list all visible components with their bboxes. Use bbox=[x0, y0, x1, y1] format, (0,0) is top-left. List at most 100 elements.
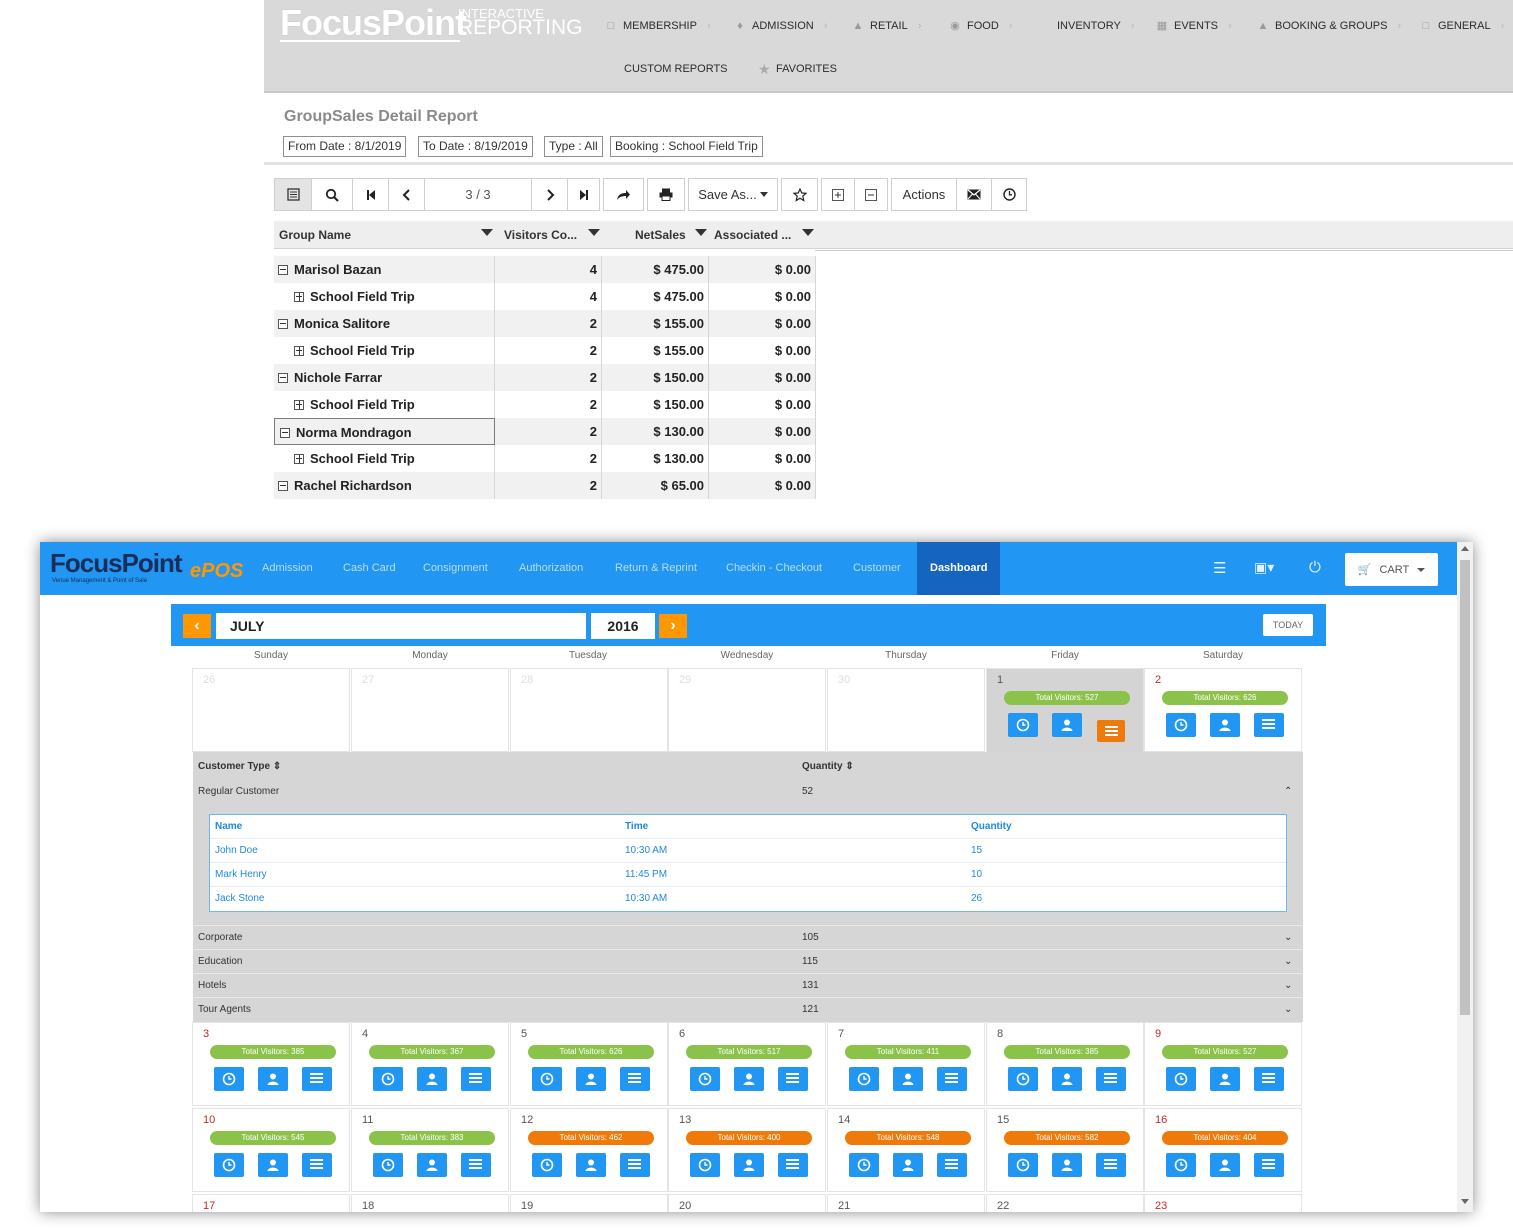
customer-type-row[interactable]: Education 115 ⌄ bbox=[193, 949, 1303, 973]
scrollbar-thumb[interactable] bbox=[1460, 560, 1470, 1015]
calendar-day[interactable]: 5 Total Visitors: 626 bbox=[510, 1022, 668, 1106]
export-button[interactable] bbox=[603, 178, 644, 211]
list-button[interactable] bbox=[1254, 1153, 1284, 1177]
nav-favorites[interactable]: ★ FAVORITES bbox=[758, 62, 837, 76]
group-name-cell[interactable]: Marisol Bazan bbox=[274, 256, 495, 283]
nav-authorization[interactable]: Authorization bbox=[519, 542, 583, 595]
column-associated[interactable]: Associated ... bbox=[714, 228, 791, 242]
scroll-up-icon[interactable] bbox=[1461, 546, 1469, 551]
group-name-cell[interactable]: School Field Trip bbox=[274, 445, 495, 472]
nav-food[interactable]: ◉ FOOD › bbox=[949, 20, 1012, 32]
clock-button[interactable] bbox=[849, 1067, 879, 1091]
group-name-cell[interactable]: School Field Trip bbox=[274, 391, 495, 418]
calendar-day[interactable]: 30 bbox=[827, 668, 985, 752]
customer-button[interactable] bbox=[258, 1067, 288, 1091]
group-name-cell[interactable]: Monica Salitore bbox=[274, 310, 495, 337]
list-button[interactable] bbox=[1096, 1153, 1126, 1177]
list-button[interactable] bbox=[778, 1153, 808, 1177]
customer-button[interactable] bbox=[893, 1153, 923, 1177]
customer-button[interactable] bbox=[576, 1153, 606, 1177]
nav-dashboard[interactable]: Dashboard bbox=[917, 542, 1001, 595]
expand-toggle-icon[interactable] bbox=[294, 400, 304, 410]
today-button[interactable]: TODAY bbox=[1263, 614, 1313, 636]
chevron-down-icon[interactable]: ⌄ bbox=[1284, 998, 1292, 1022]
list-item[interactable]: Mark Henry 11:45 PM 10 bbox=[210, 863, 1286, 887]
schedule-button[interactable] bbox=[991, 178, 1027, 211]
list-button[interactable] bbox=[461, 1067, 491, 1091]
chevron-down-icon[interactable]: ⌄ bbox=[1284, 974, 1292, 998]
calendar-day[interactable]: 28 bbox=[510, 668, 668, 752]
clock-button[interactable] bbox=[373, 1067, 403, 1091]
first-page-button[interactable] bbox=[352, 178, 389, 211]
power-icon[interactable]: ⏻ bbox=[1309, 559, 1321, 576]
document-map-button[interactable] bbox=[274, 178, 312, 211]
nav-retail[interactable]: ▲ RETAIL › bbox=[852, 20, 922, 32]
list-button[interactable] bbox=[937, 1153, 967, 1177]
column-visitors-sort-icon[interactable] bbox=[588, 229, 600, 236]
cart-button[interactable]: 🛒 CART bbox=[1345, 553, 1438, 586]
clock-button[interactable] bbox=[1166, 713, 1196, 737]
quantity-header[interactable]: Quantity ⇕ bbox=[802, 761, 854, 772]
group-name-cell[interactable]: School Field Trip bbox=[274, 283, 495, 310]
column-group-name-sort-icon[interactable] bbox=[481, 229, 493, 236]
calendar-day[interactable]: 14 Total Visitors: 548 bbox=[827, 1108, 985, 1192]
calendar-day[interactable]: 21 bbox=[827, 1194, 985, 1212]
expand-toggle-icon[interactable] bbox=[294, 454, 304, 464]
group-name-cell[interactable]: Nichole Farrar bbox=[274, 364, 495, 391]
calendar-day[interactable]: 16 Total Visitors: 404 bbox=[1144, 1108, 1302, 1192]
previous-month-button[interactable]: ‹ bbox=[183, 614, 211, 638]
nav-consignment[interactable]: Consignment bbox=[423, 542, 488, 595]
calendar-day[interactable]: 23 bbox=[1144, 1194, 1302, 1212]
next-page-button[interactable] bbox=[531, 178, 568, 211]
customer-button[interactable] bbox=[1210, 713, 1240, 737]
clock-button[interactable] bbox=[532, 1153, 562, 1177]
customer-button[interactable] bbox=[1052, 713, 1082, 737]
nav-booking-groups[interactable]: ▲ BOOKING & GROUPS › bbox=[1257, 20, 1402, 32]
customer-button[interactable] bbox=[576, 1067, 606, 1091]
favorite-button[interactable] bbox=[781, 178, 818, 211]
list-button[interactable] bbox=[620, 1067, 650, 1091]
list-button[interactable] bbox=[1254, 713, 1284, 737]
calendar-day[interactable]: 9 Total Visitors: 527 bbox=[1144, 1022, 1302, 1106]
calendar-day[interactable]: 18 bbox=[351, 1194, 509, 1212]
calendar-day[interactable]: 19 bbox=[510, 1194, 668, 1212]
clock-button[interactable] bbox=[690, 1153, 720, 1177]
actions-button[interactable]: Actions bbox=[891, 178, 957, 211]
customer-button[interactable] bbox=[258, 1153, 288, 1177]
customer-type-row[interactable]: Hotels 131 ⌄ bbox=[193, 973, 1303, 997]
column-visitors-count[interactable]: Visitors Co... bbox=[504, 228, 577, 242]
month-field[interactable]: JULY bbox=[216, 613, 586, 639]
calendar-day[interactable]: 4 Total Visitors: 367 bbox=[351, 1022, 509, 1106]
nav-cash-card[interactable]: Cash Card bbox=[343, 542, 396, 595]
list-item[interactable]: John Doe 10:30 AM 15 bbox=[210, 839, 1286, 863]
customer-type-row-expanded[interactable]: Regular Customer 52 ⌃ bbox=[193, 780, 1303, 804]
customer-button[interactable] bbox=[1210, 1067, 1240, 1091]
nav-membership[interactable]: □ MEMBERSHIP › bbox=[605, 20, 711, 32]
chevron-down-icon[interactable]: ⌄ bbox=[1284, 926, 1292, 950]
nav-custom-reports[interactable]: CUSTOM REPORTS bbox=[624, 63, 728, 75]
list-button-active[interactable] bbox=[1097, 720, 1125, 742]
list-icon[interactable]: ☰ bbox=[1213, 559, 1226, 577]
calendar-day[interactable]: 12 Total Visitors: 462 bbox=[510, 1108, 668, 1192]
calendar-day-selected[interactable]: 1 Total Visitors: 527 bbox=[986, 668, 1144, 754]
email-button[interactable] bbox=[956, 178, 992, 211]
customer-type-row[interactable]: Tour Agents 121 ⌄ bbox=[193, 997, 1303, 1021]
expand-toggle-icon[interactable] bbox=[294, 292, 304, 302]
clock-button[interactable] bbox=[1166, 1153, 1196, 1177]
calendar-day[interactable]: 8 Total Visitors: 385 bbox=[986, 1022, 1144, 1106]
column-net-sales-sort-icon[interactable] bbox=[695, 229, 707, 236]
clock-button[interactable] bbox=[373, 1153, 403, 1177]
clock-button[interactable] bbox=[1008, 713, 1038, 737]
page-number-input[interactable]: 3 / 3 bbox=[424, 178, 532, 211]
next-month-button[interactable]: › bbox=[659, 614, 687, 638]
calendar-day[interactable]: 20 bbox=[668, 1194, 826, 1212]
list-button[interactable] bbox=[302, 1153, 332, 1177]
customer-type-row[interactable]: Corporate 105 ⌄ bbox=[193, 925, 1303, 949]
expand-toggle-icon[interactable] bbox=[294, 346, 304, 356]
clock-button[interactable] bbox=[214, 1067, 244, 1091]
year-field[interactable]: 2016 bbox=[591, 613, 655, 639]
calendar-day[interactable]: 29 bbox=[668, 668, 826, 752]
calendar-day[interactable]: 13 Total Visitors: 400 bbox=[668, 1108, 826, 1192]
chevron-down-icon[interactable]: ⌄ bbox=[1284, 950, 1292, 974]
customer-button[interactable] bbox=[734, 1153, 764, 1177]
